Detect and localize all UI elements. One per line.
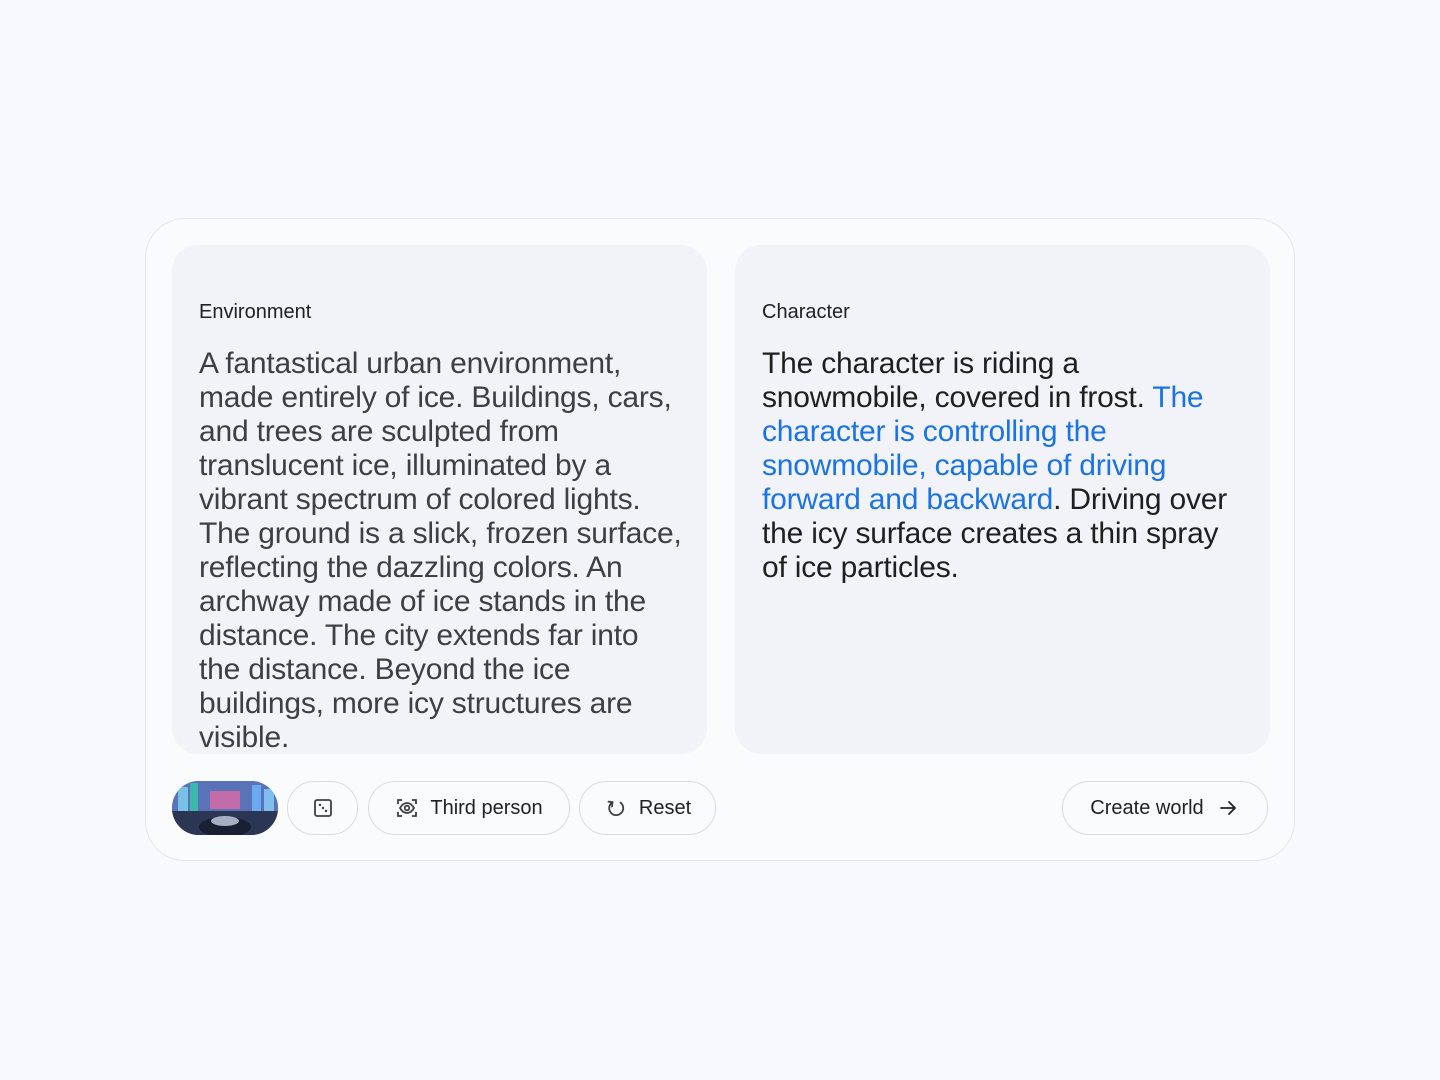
create-world-button[interactable]: Create world (1062, 781, 1268, 835)
character-text[interactable]: The character is riding a snowmobile, co… (762, 347, 1250, 585)
world-builder-card: Environment A fantastical urban environm… (145, 218, 1295, 861)
preview-thumbnail[interactable] (172, 781, 278, 835)
environment-text[interactable]: A fantastical urban environment, made en… (199, 347, 687, 755)
character-panel[interactable]: Character The character is riding a snow… (735, 245, 1270, 754)
randomize-button[interactable] (287, 781, 358, 835)
character-label: Character (762, 301, 850, 323)
arrow-right-icon (1216, 796, 1240, 820)
environment-label: Environment (199, 301, 312, 323)
camera-mode-label: Third person (430, 796, 543, 819)
reset-icon (604, 796, 628, 820)
environment-panel[interactable]: Environment A fantastical urban environm… (172, 245, 707, 754)
toolbar: Third person Reset Create world (172, 781, 1268, 835)
create-world-label: Create world (1090, 796, 1204, 819)
reset-label: Reset (638, 796, 692, 819)
reset-button[interactable]: Reset (579, 781, 716, 835)
character-text-start: The character is riding a snowmobile, co… (762, 347, 1153, 414)
eye-view-icon (395, 796, 419, 820)
dice-icon (311, 796, 335, 820)
camera-mode-button[interactable]: Third person (368, 781, 570, 835)
